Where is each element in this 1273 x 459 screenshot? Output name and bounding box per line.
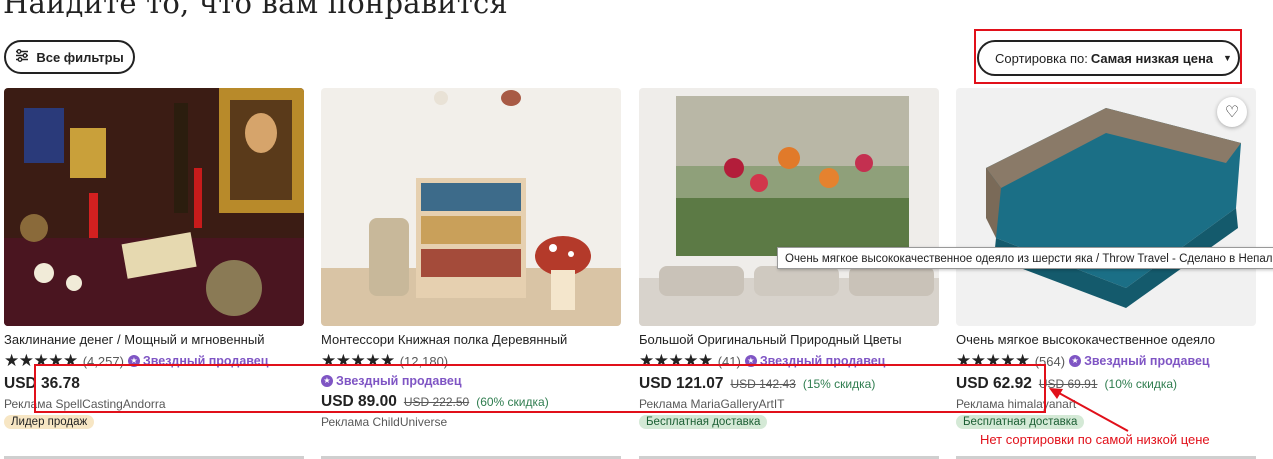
rating-stars: ★★★★★ xyxy=(956,351,1030,370)
star-seller-badge: ★ Звездный продавец xyxy=(744,354,886,368)
sort-value-label: Самая низкая цена xyxy=(1090,50,1214,66)
product-image-flower-painting[interactable] xyxy=(639,88,939,326)
sort-prefix-label: Сортировка по: xyxy=(995,50,1088,66)
rating-row: ★★★★★ (12,180) xyxy=(321,351,621,370)
annotation-note: Нет сортировки по самой низкой цене xyxy=(980,432,1210,447)
star-seller-label: Звездный продавец xyxy=(142,354,269,368)
star-seller-icon: ★ xyxy=(1069,355,1082,367)
price: USD 62.92 xyxy=(956,375,1032,392)
discount-label: (60% скидка) xyxy=(476,395,549,409)
product-image-montessori-shelf[interactable] xyxy=(321,88,621,326)
rating-row: ★★★★★ (4,257) ★ Звездный продавец xyxy=(4,351,304,370)
product-card[interactable]: Монтессори Книжная полка Деревянный ★★★★… xyxy=(321,88,621,429)
ad-seller: Реклама MariaGalleryArtIT xyxy=(639,397,785,411)
product-image-spell-altar[interactable] xyxy=(4,88,304,326)
star-seller-icon: ★ xyxy=(744,355,757,367)
rating-stars: ★★★★★ xyxy=(639,351,713,370)
price: USD 36.78 xyxy=(4,375,80,392)
review-count: (12,180) xyxy=(399,353,449,369)
star-seller-icon: ★ xyxy=(127,355,140,367)
product-title[interactable]: Очень мягкое высококачественное одеяло xyxy=(956,332,1256,347)
star-seller-badge: ★ Звездный продавец xyxy=(127,354,269,368)
price: USD 89.00 xyxy=(321,393,397,410)
star-seller-row: ★ Звездный продавец xyxy=(321,372,621,390)
price-row: USD 36.78 xyxy=(4,375,304,393)
heart-icon[interactable]: ♡ xyxy=(1217,97,1247,127)
price-row: USD 121.07 USD 142.43 (15% скидка) xyxy=(639,375,939,393)
ad-seller: Реклама SpellCastingAndorra xyxy=(4,397,166,411)
discount-label: (15% скидка) xyxy=(802,377,876,391)
review-count: (41) xyxy=(717,353,741,369)
rating-row: ★★★★★ (564) ★ Звездный продавец xyxy=(956,351,1256,370)
product-title[interactable]: Большой Оригинальный Природный Цветы xyxy=(639,332,939,347)
all-filters-label: Все фильтры xyxy=(36,49,124,65)
rating-stars: ★★★★★ xyxy=(4,351,78,370)
price: USD 121.07 xyxy=(639,375,724,392)
product-title[interactable]: Заклинание денег / Мощный и мгновенный xyxy=(4,332,304,347)
product-image-yak-blanket[interactable]: ♡ xyxy=(956,88,1256,326)
star-seller-label: Звездный продавец xyxy=(336,374,462,388)
review-count: (564) xyxy=(1034,353,1066,369)
all-filters-button[interactable]: Все фильтры xyxy=(4,40,135,74)
rating-stars: ★★★★★ xyxy=(321,351,395,370)
review-count: (4,257) xyxy=(82,353,124,369)
original-price: USD 142.43 xyxy=(730,377,796,391)
star-seller-badge: ★ Звездный продавец xyxy=(321,374,462,388)
product-title[interactable]: Монтессори Книжная полка Деревянный xyxy=(321,332,621,347)
page-title: Найдите то, что вам понравится xyxy=(3,0,508,20)
ad-seller: Реклама ChildUniverse xyxy=(321,415,448,429)
bestseller-badge: Лидер продаж xyxy=(4,415,95,429)
star-seller-badge: ★ Звездный продавец xyxy=(1069,354,1210,368)
sort-dropdown[interactable]: Сортировка по: Самая низкая цена ▼ xyxy=(977,40,1240,76)
rating-row: ★★★★★ (41) ★ Звездный продавец xyxy=(639,351,939,370)
free-shipping-badge: Бесплатная доставка xyxy=(639,415,768,429)
star-seller-label: Звездный продавец xyxy=(1084,354,1210,368)
price-row: USD 89.00 USD 222.50 (60% скидка) xyxy=(321,393,621,411)
caret-down-icon: ▼ xyxy=(1223,53,1232,63)
original-price: USD 222.50 xyxy=(403,395,470,409)
filter-sliders-icon xyxy=(15,49,29,65)
star-seller-label: Звездный продавец xyxy=(759,354,886,368)
annotation-arrow xyxy=(1049,388,1129,432)
product-card[interactable]: Заклинание денег / Мощный и мгновенный ★… xyxy=(4,88,304,430)
product-title-tooltip: Очень мягкое высококачественное одеяло и… xyxy=(777,247,1273,269)
star-seller-icon: ★ xyxy=(321,375,333,387)
